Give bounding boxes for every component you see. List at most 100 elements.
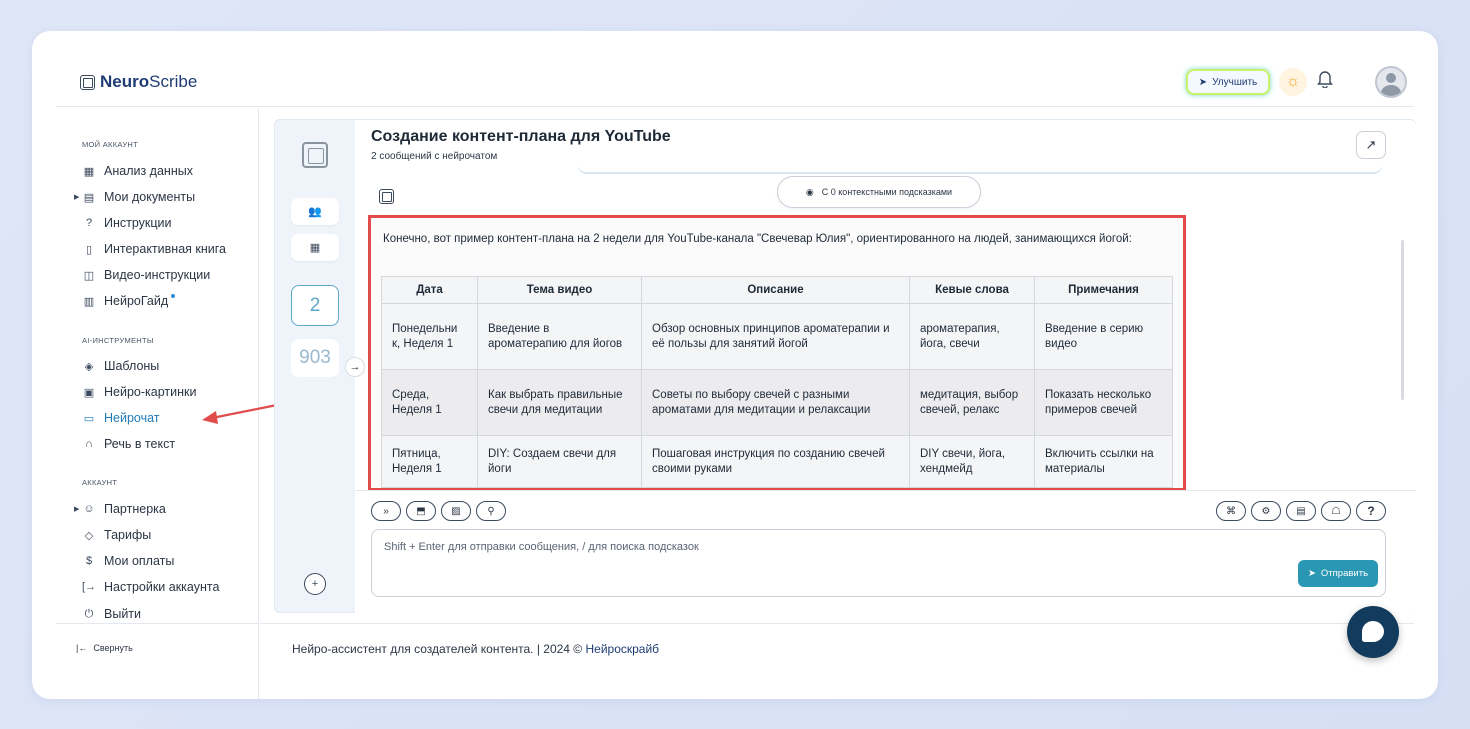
chat-panel: 👥 ▦ 2 903 → + Создание контент-плана для…	[274, 119, 1416, 613]
table-cell: Включить ссылки на материалы	[1034, 435, 1173, 488]
table-cell: Пошаговая инструкция по созданию свечей …	[641, 435, 910, 488]
book-icon: ▯	[85, 243, 93, 256]
puzzle-icon[interactable]: ⌘	[1216, 501, 1246, 521]
table-cell: Показать несколько примеров свечей	[1034, 369, 1173, 436]
sidebar-item-label: Шаблоны	[104, 359, 160, 373]
users-icon: ☺	[83, 503, 95, 515]
sidebar-item-label: Мои оплаты	[104, 554, 175, 568]
sidebar-item-interactive-book[interactable]: ▯ Интерактивная книга	[82, 240, 226, 258]
share-button[interactable]: ↗	[1356, 131, 1386, 159]
help-button[interactable]: ?	[1356, 501, 1386, 521]
rocket-icon: ➤	[1198, 76, 1208, 88]
app-logo-icon	[302, 142, 328, 168]
message-input[interactable]: Shift + Enter для отправки сообщения, / …	[371, 529, 1386, 597]
chat-scrollbar[interactable]	[1401, 240, 1404, 400]
sidebar-section-ai-tools: AI-ИНСТРУМЕНТЫ	[82, 336, 154, 345]
sidebar-item-neuro-images[interactable]: ▣ Нейро-картинки	[82, 383, 197, 401]
table-header: Дата	[381, 276, 478, 304]
sidebar-item-tariffs[interactable]: ◇ Тарифы	[82, 526, 151, 544]
table-cell: Среда, Неделя 1	[381, 369, 478, 436]
support-chat-button[interactable]	[1347, 606, 1399, 658]
sidebar-footer: |← Свернуть	[56, 623, 259, 699]
layout-icon[interactable]: ▤	[1286, 501, 1316, 521]
new-indicator-dot	[171, 294, 176, 298]
context-hints-label: С 0 контекстными подсказками	[821, 187, 953, 197]
settings-gear-icon[interactable]: ⚙	[1251, 501, 1281, 521]
login-icon: [→	[82, 581, 97, 593]
sidebar-item-speech-to-text[interactable]: ∩ Речь в текст	[82, 435, 175, 453]
message-text: Конечно, вот пример контент-плана на 2 н…	[383, 233, 1132, 245]
send-label: Отправить	[1320, 568, 1369, 579]
grid-icon[interactable]: ▦	[291, 234, 339, 261]
table-cell: DIY свечи, йога, хендмейд	[909, 435, 1035, 488]
robot-icon[interactable]: ☖	[1321, 501, 1351, 521]
sidebar-item-templates[interactable]: ◈ Шаблоны	[82, 357, 160, 375]
logo-text-light: Scribe	[149, 72, 198, 91]
sidebar-item-my-documents[interactable]: ▶ ▤ Мои документы	[74, 188, 195, 206]
send-button[interactable]: ➤ Отправить	[1298, 560, 1378, 587]
image-icon: ▣	[83, 386, 95, 399]
top-bar: Neuro Scribe ➤ Улучшить ☼	[56, 31, 1414, 107]
video-icon: ◫	[83, 269, 95, 282]
magic-wand-icon[interactable]: ⚲	[476, 501, 506, 521]
collapse-sidebar-button[interactable]: |← Свернуть	[76, 643, 133, 653]
upgrade-button[interactable]: ➤ Улучшить	[1186, 69, 1270, 95]
sidebar-item-account-settings[interactable]: [→ Настройки аккаунта	[82, 578, 219, 596]
sidebar-item-video-instructions[interactable]: ◫ Видео-инструкции	[82, 266, 210, 284]
logo-text-bold: Neuro	[100, 72, 150, 91]
footer-link[interactable]: Нейроскрайб	[585, 642, 659, 656]
collapse-label: Свернуть	[93, 643, 133, 653]
table-header: Кевые слова	[909, 276, 1035, 304]
input-placeholder: Shift + Enter для отправки сообщения, / …	[384, 541, 699, 553]
chat-icon: ▭	[83, 412, 95, 425]
table-header: Описание	[641, 276, 910, 304]
document-icon: ▤	[83, 191, 95, 204]
sidebar-section-account: АККАУНТ	[82, 478, 118, 487]
table-row: Пятница, Неделя 1 DIY: Создаем свечи для…	[381, 435, 1173, 488]
users-icon[interactable]: 👥	[291, 198, 339, 225]
sidebar-item-label: Нейро-картинки	[104, 385, 197, 399]
sidebar-item-label: Видео-инструкции	[104, 268, 211, 282]
notification-bell-icon[interactable]	[1317, 70, 1333, 93]
table-cell: ароматерапия, йога, свечи	[909, 303, 1035, 370]
app-window: Neuro Scribe ➤ Улучшить ☼ МОЙ АККАУНТ ▦ Ан…	[32, 31, 1438, 699]
power-icon: ⏻	[84, 607, 94, 620]
table-cell: Советы по выбору свечей с разными аромат…	[641, 369, 910, 436]
expand-arrow-icon[interactable]: →	[345, 357, 365, 377]
logo[interactable]: Neuro Scribe	[80, 72, 197, 92]
table-row: Среда, Неделя 1 Как выбрать правильные с…	[381, 369, 1173, 436]
table-row: Понедельни к, Неделя 1 Введение в аромат…	[381, 303, 1173, 370]
theme-toggle-sun-icon[interactable]: ☼	[1279, 68, 1307, 96]
sidebar-item-data-analysis[interactable]: ▦ Анализ данных	[82, 162, 193, 180]
sidebar-item-instructions[interactable]: ? Инструкции	[82, 214, 172, 232]
table-cell: медитация, выбор свечей, релакс	[909, 369, 1035, 436]
sidebar-item-logout[interactable]: ⏻ Выйти	[82, 605, 141, 623]
sidebar-item-label: Интерактивная книга	[104, 242, 226, 256]
table-header: Тема видео	[477, 276, 642, 304]
sidebar-item-label: Нейрочат	[104, 411, 160, 425]
token-count-badge: 903	[291, 339, 339, 377]
page-footer: Нейро-ассистент для создателей контента.…	[260, 623, 1414, 699]
table-header-row: Дата Тема видео Описание Кевые слова При…	[381, 276, 1173, 304]
sidebar: МОЙ АККАУНТ ▦ Анализ данных ▶ ▤ Мои докумен…	[56, 108, 283, 699]
add-chat-icon[interactable]: +	[304, 573, 326, 595]
context-hints-pill[interactable]: ◉ С 0 контекстными подсказками	[777, 176, 981, 208]
assistant-message: Конечно, вот пример контент-плана на 2 н…	[368, 215, 1186, 491]
table-cell: Введение в серию видео	[1034, 303, 1173, 370]
upload-icon[interactable]: ⬒	[406, 501, 436, 521]
sidebar-item-payments[interactable]: $ Мои оплаты	[82, 552, 174, 570]
image-upload-icon[interactable]: ▨	[441, 501, 471, 521]
caret-right-icon: ▶	[74, 194, 80, 201]
sidebar-item-label: Речь в текст	[104, 437, 176, 451]
logo-icon	[80, 74, 95, 90]
sidebar-item-neurochat[interactable]: ▭ Нейрочат	[82, 409, 160, 427]
sidebar-item-neuroguide[interactable]: ▥ НейроГайд	[82, 292, 176, 310]
table-cell: DIY: Создаем свечи для йоги	[477, 435, 642, 488]
user-avatar[interactable]	[1375, 66, 1407, 98]
chevrons-down-icon[interactable]: »	[371, 501, 401, 521]
chat-area: Создание контент-плана для YouTube 2 соо…	[355, 120, 1416, 613]
sidebar-section-my-account: МОЙ АККАУНТ	[82, 140, 139, 149]
layers-icon: ◈	[84, 360, 94, 373]
table-cell: Обзор основных принципов ароматерапии и …	[641, 303, 910, 370]
sidebar-item-partners[interactable]: ▶ ☺ Партнерка	[74, 500, 166, 518]
